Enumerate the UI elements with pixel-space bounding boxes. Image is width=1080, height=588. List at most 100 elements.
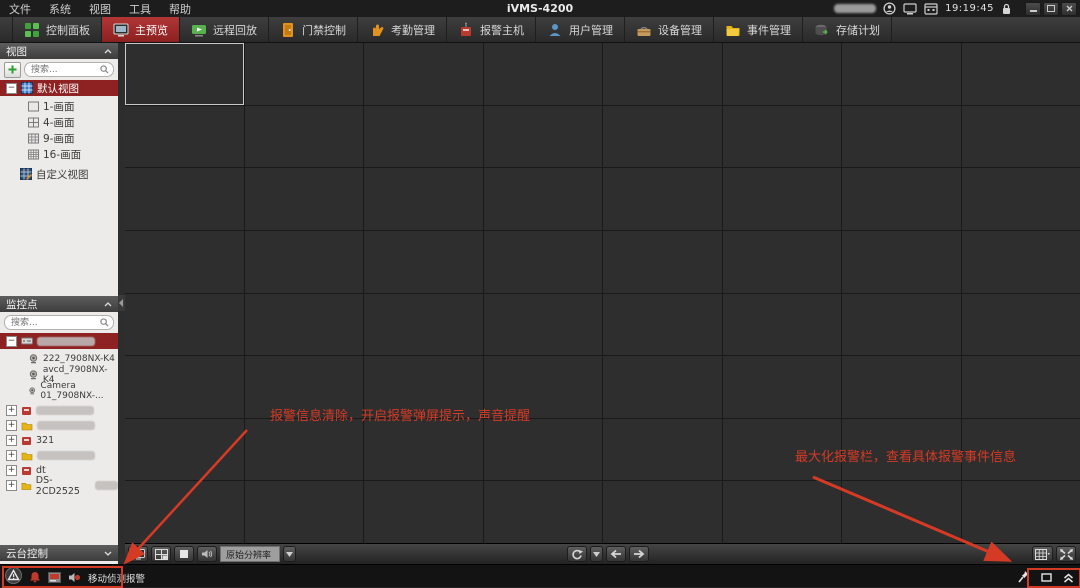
tab-storage-schedule[interactable]: 存储计划 [803,17,892,42]
video-cell[interactable] [842,168,961,230]
expand-expander-icon[interactable]: + [6,405,17,416]
refresh-dropdown-button[interactable] [590,546,603,562]
alarm-sound-icon[interactable] [68,568,81,587]
tab-attendance[interactable]: 考勤管理 [358,17,447,42]
account-icon[interactable] [883,2,896,15]
tree-row-collapsed-folder[interactable]: + [0,448,118,463]
division-mode-button[interactable] [1032,546,1053,562]
alarm-clear-icon[interactable] [29,568,41,587]
search-icon[interactable] [100,65,109,74]
video-cell[interactable] [364,481,483,543]
video-cell[interactable] [245,231,364,293]
resolution-dropdown-button[interactable] [283,546,296,562]
menu-file[interactable]: 文件 [0,1,40,17]
next-page-button[interactable] [629,546,649,562]
video-cell[interactable] [484,43,603,105]
video-cell[interactable] [603,168,722,230]
alarm-popup-icon[interactable] [48,568,61,587]
maximize-alarm-bar-icon[interactable] [1041,568,1052,587]
previous-page-button[interactable] [606,546,626,562]
video-cell[interactable] [245,419,364,481]
calendar-icon[interactable] [924,3,938,15]
stop-all-button[interactable] [174,546,194,562]
expand-alarm-bar-icon[interactable] [1063,568,1074,587]
expand-expander-icon[interactable]: + [6,465,17,476]
video-cell[interactable] [484,231,603,293]
video-cell[interactable] [603,294,722,356]
video-cell[interactable] [125,231,244,293]
tab-user-management[interactable]: 用户管理 [536,17,625,42]
video-cell[interactable] [245,481,364,543]
video-cell[interactable] [723,106,842,168]
video-cell[interactable] [364,294,483,356]
video-cell[interactable] [842,106,961,168]
video-cell[interactable] [842,43,961,105]
menu-help[interactable]: 帮助 [160,1,200,17]
tab-device-management[interactable]: 设备管理 [625,17,714,42]
close-button[interactable] [1061,2,1077,16]
video-cell[interactable] [245,43,364,105]
tab-control-panel[interactable]: 控制面板 [12,17,102,42]
resolution-select[interactable]: 原始分辨率 [220,546,280,562]
video-cell[interactable] [364,106,483,168]
video-cell[interactable] [723,294,842,356]
expand-expander-icon[interactable]: + [6,450,17,461]
video-cell[interactable] [125,419,244,481]
tree-row-layout-9[interactable]: 9-画面 [0,130,118,146]
video-cell[interactable] [364,419,483,481]
video-cell[interactable] [603,481,722,543]
video-cell[interactable] [125,294,244,356]
search-icon[interactable] [100,318,109,327]
video-cell[interactable] [842,231,961,293]
video-cell[interactable] [245,294,364,356]
video-cell[interactable] [723,43,842,105]
capture-button[interactable] [128,546,148,562]
fullscreen-button[interactable] [1056,546,1076,562]
video-cell[interactable] [484,419,603,481]
video-cell[interactable] [723,356,842,418]
tree-row-custom-view[interactable]: 自定义视图 [0,166,118,182]
video-cell[interactable] [603,106,722,168]
view-panel-header[interactable]: 视图 [0,43,118,59]
video-cell[interactable] [364,231,483,293]
video-cell[interactable] [962,43,1080,105]
menu-view[interactable]: 视图 [80,1,120,17]
menu-tools[interactable]: 工具 [120,1,160,17]
video-cell[interactable] [962,106,1080,168]
video-cell[interactable] [723,168,842,230]
tab-event-management[interactable]: 事件管理 [714,17,803,42]
tree-row-layout-1[interactable]: 1-画面 [0,98,118,114]
pin-alarm-bar-icon[interactable] [1018,568,1030,587]
video-cell[interactable] [603,419,722,481]
tab-main-view[interactable]: 主预览 [102,17,180,42]
video-cell[interactable] [842,356,961,418]
tree-row-layout-4[interactable]: 4-画面 [0,114,118,130]
sidebar-splitter[interactable] [118,43,125,565]
tree-row-device-root[interactable]: − [0,333,118,349]
tree-row-device-321[interactable]: + 321 [0,433,118,448]
video-cell[interactable] [125,356,244,418]
video-cell[interactable] [842,294,961,356]
video-cell[interactable] [603,43,722,105]
collapse-expander-icon[interactable]: − [6,83,17,94]
video-cell[interactable] [125,168,244,230]
alarm-event-text[interactable]: 移动侦测报警 [88,571,145,585]
video-cell[interactable] [962,481,1080,543]
add-view-button[interactable] [4,62,21,78]
screen-division-button[interactable] [151,546,171,562]
tree-row-camera[interactable]: Camera 01_7908NX-... [0,383,118,399]
video-cell[interactable] [125,43,244,105]
alarm-indicator-icon[interactable] [5,567,22,588]
video-cell[interactable] [962,356,1080,418]
camera-panel-header[interactable]: 监控点 [0,296,118,312]
video-cell[interactable] [484,294,603,356]
minimize-button[interactable] [1025,2,1041,16]
mute-button[interactable] [197,546,217,562]
video-cell[interactable] [364,168,483,230]
cpu-monitor-icon[interactable] [903,3,917,15]
collapse-expander-icon[interactable]: − [6,336,17,347]
video-cell[interactable] [723,481,842,543]
tree-row-device-ds2cd2525[interactable]: + DS-2CD2525 [0,478,118,493]
ptz-panel-header[interactable]: 云台控制 [0,545,118,561]
video-cell[interactable] [842,481,961,543]
